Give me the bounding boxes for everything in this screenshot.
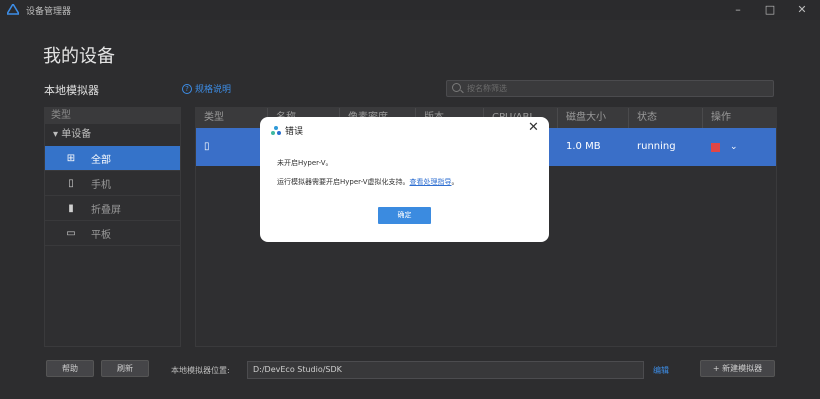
error-dialog: 错误 ✕ 未开启Hyper-V。 运行模拟器需要开启Hyper-V虚拟化支持。查… — [260, 117, 549, 242]
error-detail-text: 运行模拟器需要开启Hyper-V虚拟化支持。 — [277, 178, 410, 186]
dialog-title: 错误 — [285, 127, 304, 137]
view-guide-link[interactable]: 查看处理指导 — [410, 178, 452, 186]
device-manager-window: 设备管理器 – □ ✕ 我的设备 本地模拟器 ? 规格说明 类型 ▾ 单设备 ⊞… — [0, 0, 820, 399]
error-detail: 运行模拟器需要开启Hyper-V虚拟化支持。查看处理指导。 — [277, 177, 459, 187]
ok-button[interactable]: 确定 — [378, 207, 431, 224]
modal-overlay: 错误 ✕ 未开启Hyper-V。 运行模拟器需要开启Hyper-V虚拟化支持。查… — [0, 0, 820, 399]
harmony-logo-icon — [271, 126, 281, 135]
close-icon[interactable]: ✕ — [528, 120, 539, 135]
error-message: 未开启Hyper-V。 — [277, 159, 333, 167]
error-detail-period: 。 — [451, 178, 459, 186]
